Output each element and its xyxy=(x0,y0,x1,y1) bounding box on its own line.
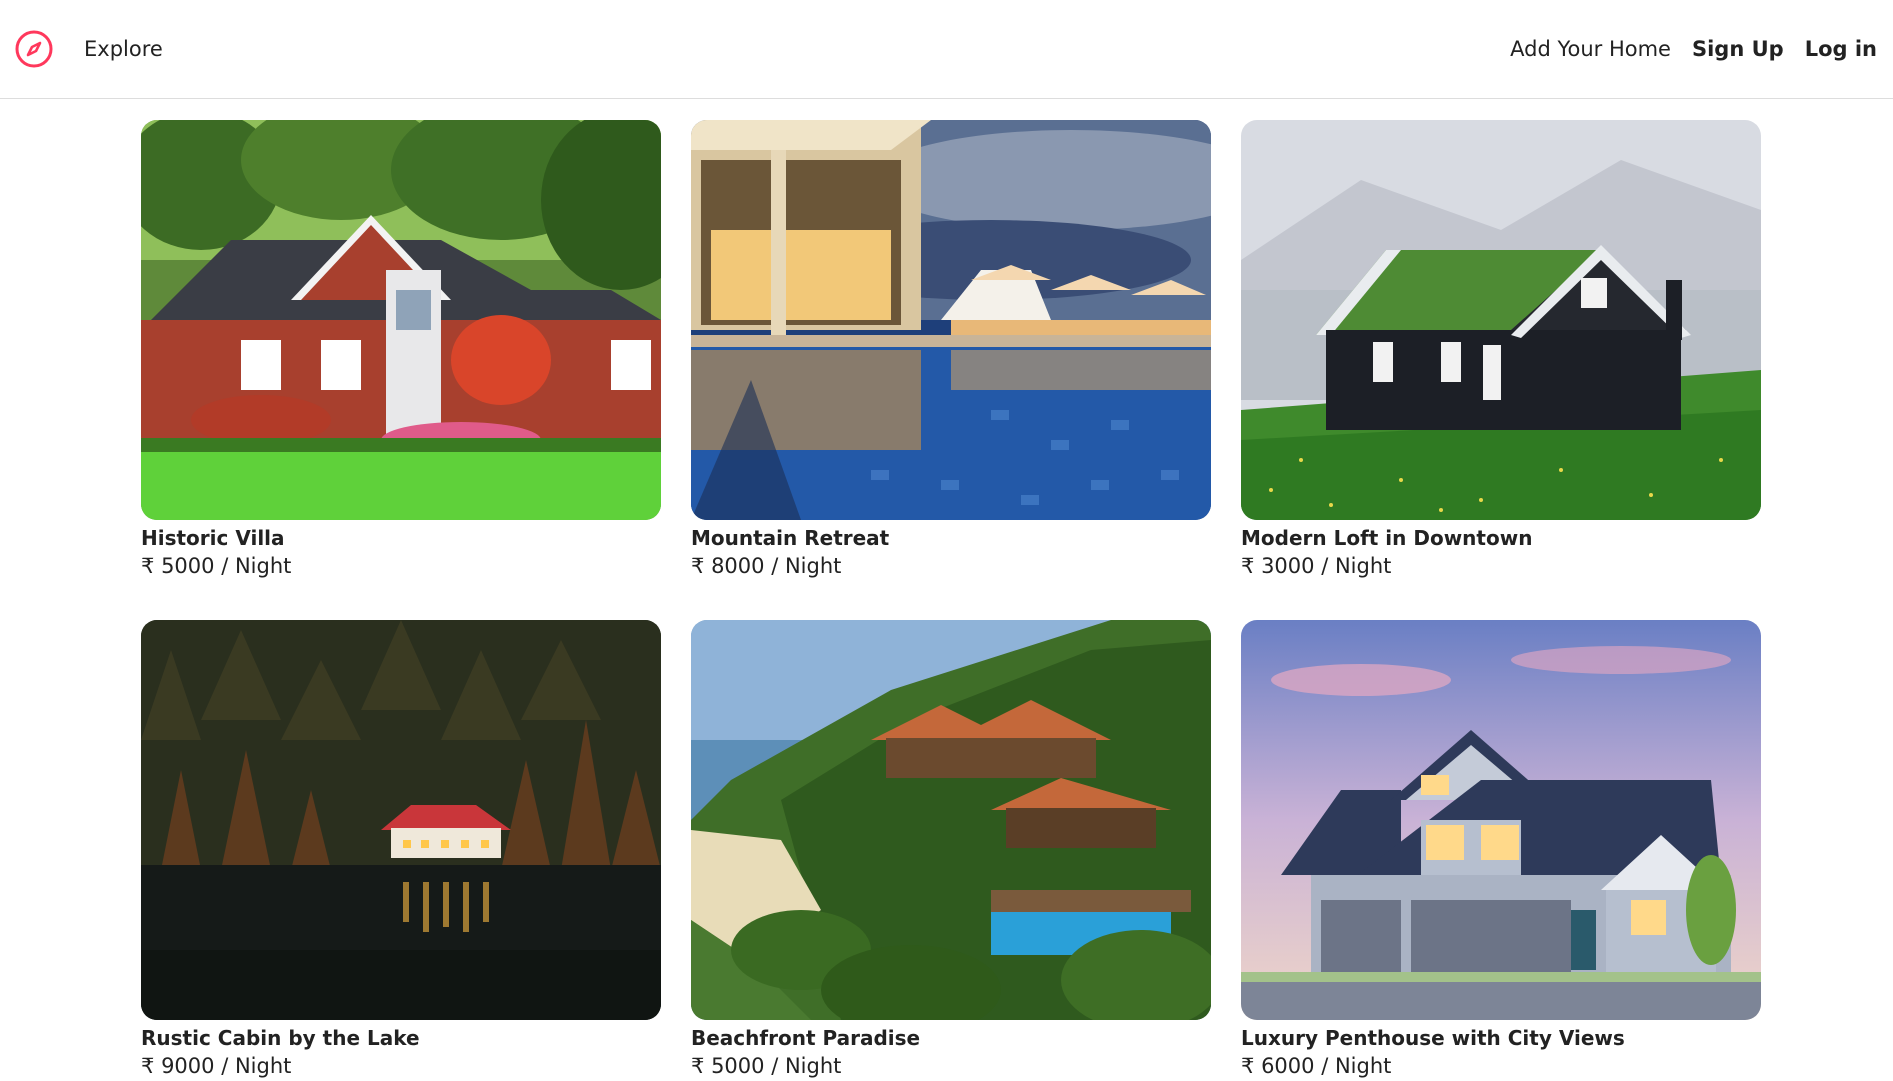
listing-title: Rustic Cabin by the Lake xyxy=(141,1026,420,1050)
listing-price: ₹ 3000 / Night xyxy=(1241,551,1761,581)
currency-symbol: ₹ xyxy=(1241,554,1255,578)
price-unit: / Night xyxy=(1321,1054,1392,1078)
sign-up-link[interactable]: Sign Up xyxy=(1692,37,1784,61)
price-amount: 6000 xyxy=(1261,1054,1315,1078)
currency-symbol: ₹ xyxy=(141,1054,155,1078)
price-unit: / Night xyxy=(221,554,292,578)
listing-card[interactable]: Mountain Retreat ₹ 8000 / Night xyxy=(691,120,1211,579)
listing-photo[interactable] xyxy=(1241,620,1761,1020)
price-amount: 3000 xyxy=(1261,554,1315,578)
listing-title: Historic Villa xyxy=(141,526,285,550)
listing-card[interactable]: Rustic Cabin by the Lake ₹ 9000 / Night xyxy=(141,620,661,1079)
listings-grid: Historic Villa ₹ 5000 / Night Mountain R… xyxy=(141,120,1761,1079)
listing-card[interactable]: Historic Villa ₹ 5000 / Night xyxy=(141,120,661,579)
price-unit: / Night xyxy=(771,1054,842,1078)
listing-price: ₹ 9000 / Night xyxy=(141,1051,661,1081)
listing-title: Modern Loft in Downtown xyxy=(1241,526,1533,550)
listing-price: ₹ 5000 / Night xyxy=(691,1051,1211,1081)
currency-symbol: ₹ xyxy=(1241,1054,1255,1078)
price-amount: 5000 xyxy=(711,1054,765,1078)
listing-title: Mountain Retreat xyxy=(691,526,890,550)
price-amount: 8000 xyxy=(711,554,765,578)
price-unit: / Night xyxy=(1321,554,1392,578)
listing-price: ₹ 8000 / Night xyxy=(691,551,1211,581)
listing-photo[interactable] xyxy=(691,620,1211,1020)
price-unit: / Night xyxy=(221,1054,292,1078)
listing-title: Beachfront Paradise xyxy=(691,1026,921,1050)
listing-title: Luxury Penthouse with City Views xyxy=(1241,1026,1625,1050)
price-unit: / Night xyxy=(771,554,842,578)
nav-right: Add Your Home Sign Up Log in xyxy=(1510,37,1877,61)
price-amount: 5000 xyxy=(161,554,215,578)
add-your-home-link[interactable]: Add Your Home xyxy=(1510,37,1671,61)
currency-symbol: ₹ xyxy=(691,1054,705,1078)
listing-photo[interactable] xyxy=(1241,120,1761,520)
listing-photo[interactable] xyxy=(141,620,661,1020)
price-amount: 9000 xyxy=(161,1054,215,1078)
listing-card[interactable]: Modern Loft in Downtown ₹ 3000 / Night xyxy=(1241,120,1761,579)
listing-photo[interactable] xyxy=(141,120,661,520)
top-navbar: Explore Add Your Home Sign Up Log in xyxy=(0,0,1893,99)
currency-symbol: ₹ xyxy=(141,554,155,578)
compass-icon[interactable] xyxy=(14,29,54,69)
listing-photo[interactable] xyxy=(691,120,1211,520)
currency-symbol: ₹ xyxy=(691,554,705,578)
nav-left: Explore xyxy=(14,29,163,69)
log-in-link[interactable]: Log in xyxy=(1805,37,1877,61)
listing-price: ₹ 6000 / Night xyxy=(1241,1051,1761,1081)
listing-card[interactable]: Luxury Penthouse with City Views ₹ 6000 … xyxy=(1241,620,1761,1079)
listing-card[interactable]: Beachfront Paradise ₹ 5000 / Night xyxy=(691,620,1211,1079)
explore-link[interactable]: Explore xyxy=(84,37,163,61)
listing-price: ₹ 5000 / Night xyxy=(141,551,661,581)
